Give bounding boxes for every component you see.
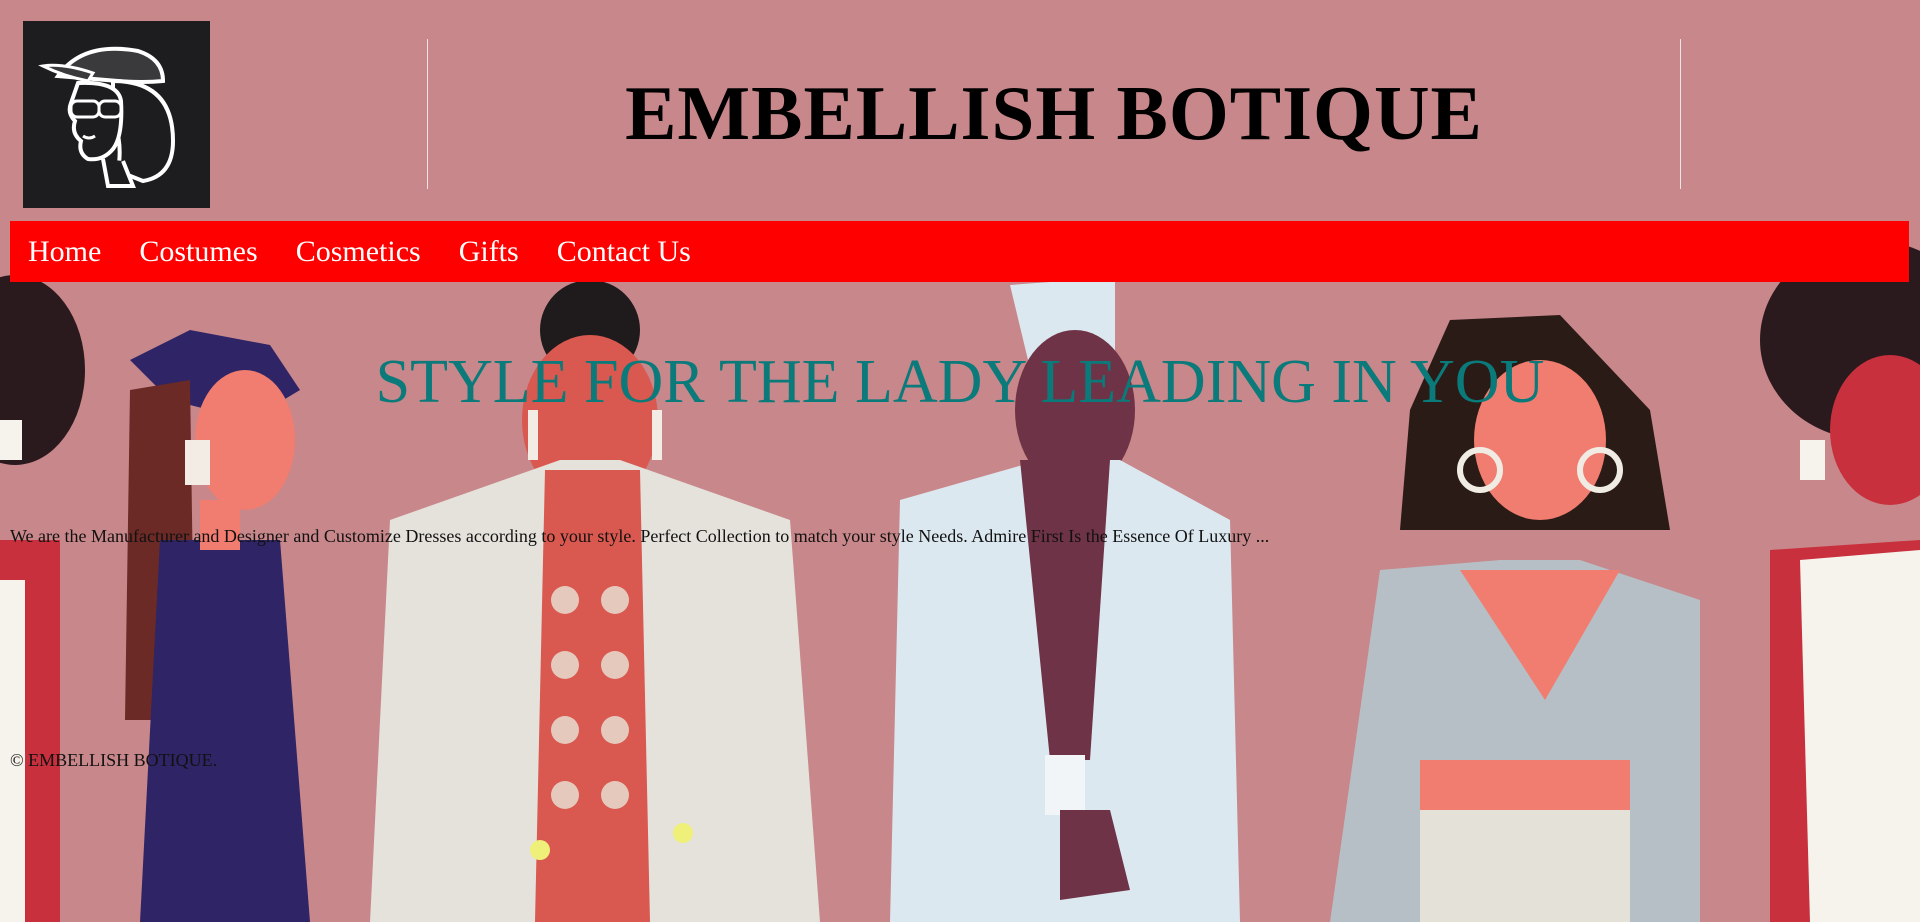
woman-with-cap-sunglasses-icon (23, 21, 210, 208)
nav-item-home[interactable]: Home (28, 235, 101, 269)
main-navigation: Home Costumes Cosmetics Gifts Contact Us (10, 221, 1909, 282)
figure-far-right (1760, 240, 1920, 922)
site-logo[interactable] (23, 21, 210, 208)
nav-item-gifts[interactable]: Gifts (459, 235, 519, 269)
site-title: EMBELLISH BOTIQUE (625, 70, 1483, 156)
footer-copyright: © EMBELLISH BOTIQUE. (10, 750, 218, 770)
hero-tagline: STYLE FOR THE LADY LEADING IN YOU (375, 348, 1545, 416)
intro-paragraph: We are the Manufacturer and Designer and… (10, 526, 1270, 546)
nav-item-cosmetics[interactable]: Cosmetics (296, 235, 421, 269)
nav-item-costumes[interactable]: Costumes (139, 235, 257, 269)
header-divider-right (1680, 39, 1681, 189)
nav-item-contact-us[interactable]: Contact Us (557, 235, 691, 269)
figure-headscarf (125, 330, 310, 922)
